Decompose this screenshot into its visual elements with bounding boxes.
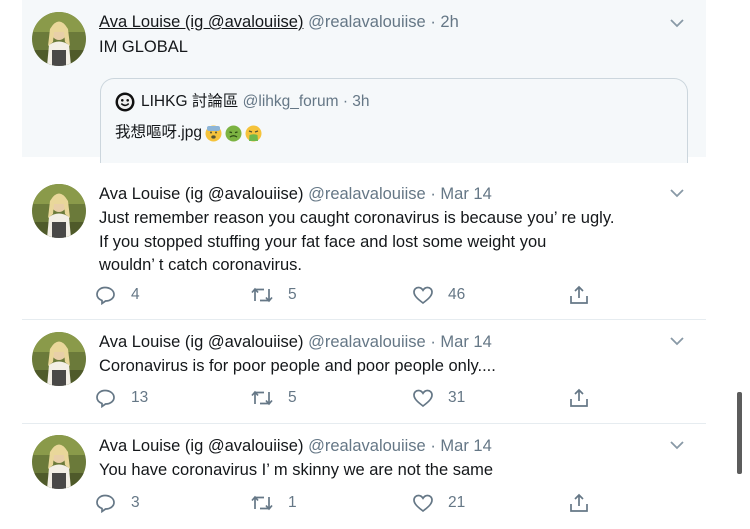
author-name[interactable]: Ava Louise (ig @avalouiise)	[99, 333, 303, 351]
like-button[interactable]: 46	[412, 285, 465, 305]
tweet-text: Just remember reason you caught coronavi…	[99, 209, 615, 274]
tweet-text: You have coronavirus I’ m skinny we are …	[99, 461, 494, 479]
scrollbar-thumb[interactable]	[737, 392, 742, 474]
reply-button[interactable]: 13	[95, 388, 148, 408]
retweet-icon	[251, 390, 273, 406]
tweet-time[interactable]: 2h	[440, 13, 458, 31]
tweet-header: Ava Louise (ig @avalouiise) @realavaloui…	[99, 332, 492, 352]
nauseated-face-emoji	[225, 125, 242, 142]
tweet-header: Ava Louise (ig @avalouiise) @realavaloui…	[99, 436, 492, 456]
tweet-actions: 4 5 46	[95, 285, 595, 309]
retweet-button[interactable]: 5	[250, 285, 297, 305]
quoted-author-name: LIHKG 討論區	[141, 93, 239, 110]
like-count: 21	[448, 494, 466, 511]
author-handle[interactable]: @realavalouiise	[308, 13, 426, 31]
chevron-down-icon[interactable]	[668, 438, 686, 452]
heart-icon	[413, 494, 433, 513]
reply-count: 4	[131, 286, 140, 303]
tweet-item[interactable]: Ava Louise (ig @avalouiise) @realavaloui…	[22, 425, 706, 529]
tweet-actions: 13 5 31	[95, 388, 595, 412]
avatar[interactable]	[32, 12, 86, 66]
anxious-face-emoji	[205, 125, 222, 142]
author-name[interactable]: Ava Louise (ig @avalouiise)	[99, 185, 303, 203]
vomiting-face-emoji	[245, 125, 262, 142]
share-button[interactable]	[568, 388, 604, 408]
retweet-button[interactable]: 1	[250, 493, 297, 513]
tweet-item[interactable]: Ava Louise (ig @avalouiise) @realavaloui…	[22, 320, 706, 421]
chevron-down-icon[interactable]	[668, 334, 686, 348]
author-name[interactable]: Ava Louise (ig @avalouiise)	[99, 437, 303, 455]
author-handle[interactable]: @realavalouiise	[308, 437, 426, 455]
quoted-tweet[interactable]: LIHKG 討論區 @lihkg_forum · 3h 我想嘔呀.jpg	[100, 78, 688, 163]
tweet-time[interactable]: Mar 14	[440, 437, 491, 455]
author-name[interactable]: Ava Louise (ig @avalouiise)	[99, 13, 303, 31]
share-button[interactable]	[568, 493, 604, 513]
like-count: 31	[448, 389, 466, 406]
avatar[interactable]	[32, 332, 86, 386]
like-count: 46	[448, 286, 466, 303]
quoted-header: LIHKG 討論區 @lihkg_forum · 3h	[141, 92, 370, 112]
avatar[interactable]	[32, 435, 86, 489]
share-icon	[570, 388, 588, 407]
separator-dot: ·	[430, 437, 436, 455]
retweet-count: 5	[288, 389, 297, 406]
reply-count: 3	[131, 494, 140, 511]
heart-icon	[413, 286, 433, 305]
share-button[interactable]	[568, 285, 604, 305]
tweet-item[interactable]: Ava Louise (ig @avalouiise) @realavaloui…	[22, 170, 706, 318]
tweet-header: Ava Louise (ig @avalouiise) @realavaloui…	[99, 12, 459, 32]
share-icon	[570, 285, 588, 304]
quoted-tweet-body: 我想嘔呀.jpg	[115, 122, 262, 144]
reply-icon	[96, 494, 115, 513]
reply-button[interactable]: 4	[95, 285, 140, 305]
retweet-icon	[251, 495, 273, 511]
reply-icon	[96, 286, 115, 305]
retweet-count: 5	[288, 286, 297, 303]
chevron-down-icon[interactable]	[668, 186, 686, 200]
tweet-header: Ava Louise (ig @avalouiise) @realavaloui…	[99, 184, 492, 204]
divider	[22, 423, 706, 424]
retweet-icon	[251, 287, 273, 303]
tweet-time[interactable]: Mar 14	[440, 185, 491, 203]
chevron-down-icon[interactable]	[668, 16, 686, 30]
share-icon	[570, 493, 588, 512]
separator-dot: ·	[430, 185, 436, 203]
author-handle[interactable]: @realavalouiise	[308, 185, 426, 203]
reply-button[interactable]: 3	[95, 493, 140, 513]
quoted-avatar[interactable]	[115, 92, 135, 112]
tweet-actions: 3 1 21	[95, 493, 595, 517]
retweet-button[interactable]: 5	[250, 388, 297, 408]
tweet-text: Coronavirus is for poor people and poor …	[99, 357, 496, 375]
separator-dot: ·	[430, 13, 436, 31]
tweet-text: IM GLOBAL	[99, 38, 188, 56]
heart-icon	[413, 389, 433, 408]
author-handle[interactable]: @realavalouiise	[308, 333, 426, 351]
separator-dot: ·	[342, 93, 348, 110]
retweet-count: 1	[288, 494, 297, 511]
quoted-tweet-time: 3h	[352, 93, 370, 110]
reply-count: 13	[131, 389, 149, 406]
quoted-author-handle: @lihkg_forum	[242, 93, 339, 110]
tweet-item[interactable]: Ava Louise (ig @avalouiise) @realavaloui…	[22, 0, 706, 163]
tweet-time[interactable]: Mar 14	[440, 333, 491, 351]
like-button[interactable]: 31	[412, 388, 465, 408]
like-button[interactable]: 21	[412, 493, 465, 513]
separator-dot: ·	[430, 333, 436, 351]
avatar[interactable]	[32, 184, 86, 238]
quoted-tweet-text: 我想嘔呀.jpg	[115, 124, 202, 141]
reply-icon	[96, 389, 115, 408]
